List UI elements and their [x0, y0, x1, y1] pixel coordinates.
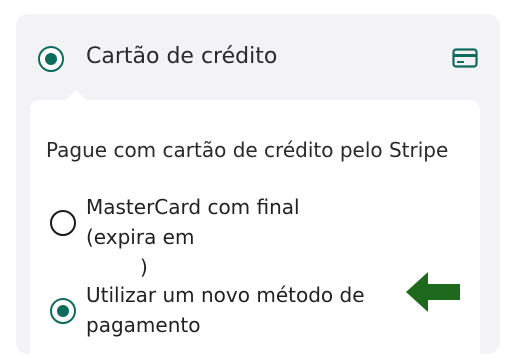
saved-card-label-start: MasterCard com final	[86, 195, 300, 219]
credit-card-radio[interactable]	[38, 46, 64, 72]
left-arrow-icon	[406, 272, 460, 312]
saved-card-radio[interactable]	[50, 210, 76, 236]
new-method-label[interactable]: Utilizar um novo método de pagamento	[86, 280, 386, 340]
credit-card-label: Cartão de crédito	[86, 44, 278, 69]
credit-card-method-option[interactable]: Cartão de crédito	[16, 14, 500, 102]
saved-card-label[interactable]: MasterCard com final(expira em )	[86, 192, 476, 282]
credit-card-icon	[452, 48, 478, 68]
stripe-card-panel: Pague com cartão de crédito pelo Stripe …	[30, 90, 480, 360]
payment-method-panel: Cartão de crédito Pague com cartão de cr…	[16, 14, 500, 360]
panel-caret	[66, 90, 86, 100]
saved-card-expiry-label: (expira em	[86, 225, 195, 249]
stripe-description: Pague com cartão de crédito pelo Stripe	[46, 138, 449, 162]
new-method-radio[interactable]	[50, 298, 76, 324]
